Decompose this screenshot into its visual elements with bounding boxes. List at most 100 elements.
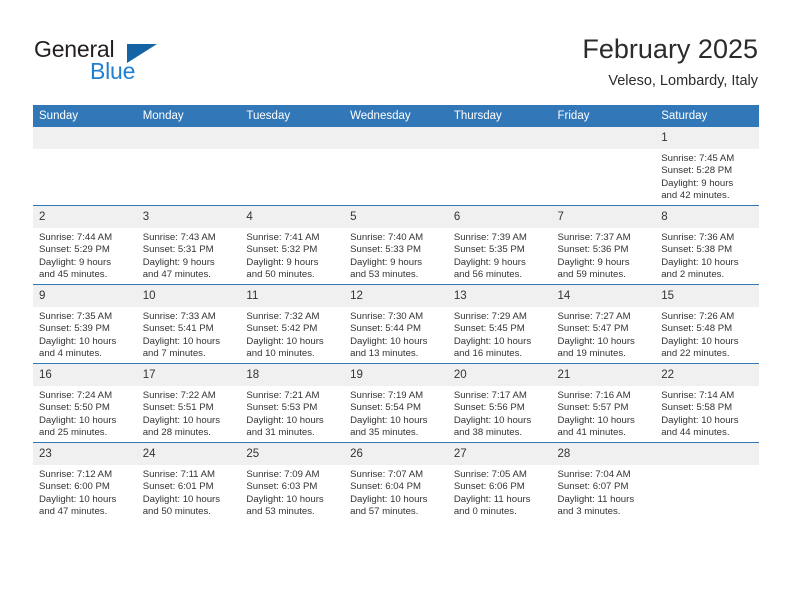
day-details: Sunrise: 7:04 AM Sunset: 6:07 PM Daylight:… bbox=[552, 465, 656, 519]
day-detail-line: Sunrise: 7:45 AM bbox=[661, 153, 735, 164]
calendar-day-cell[interactable]: 8 Sunrise: 7:36 AM Sunset: 5:38 PM Daylight… bbox=[655, 205, 759, 285]
calendar-day-cell[interactable]: 7 Sunrise: 7:37 AM Sunset: 5:36 PM Daylight… bbox=[551, 205, 656, 285]
calendar-day-cell[interactable]: 18 Sunrise: 7:21 AM Sunset: 5:53 PM Dayligh… bbox=[240, 363, 345, 443]
calendar-day-cell[interactable]: 24 Sunrise: 7:11 AM Sunset: 6:01 PM Dayligh… bbox=[136, 442, 241, 521]
calendar-week-row: 9 Sunrise: 7:35 AM Sunset: 5:39 PM Daylight… bbox=[33, 284, 759, 364]
calendar-day-cell[interactable]: 6 Sunrise: 7:39 AM Sunset: 5:35 PM Daylight… bbox=[447, 205, 552, 285]
day-cell-inner bbox=[551, 127, 656, 205]
day-details bbox=[137, 149, 241, 153]
day-detail-line: and 57 minutes. bbox=[350, 506, 419, 518]
day-detail-line: Daylight: 10 hours bbox=[350, 493, 428, 505]
day-detail-line: Sunrise: 7:27 AM bbox=[557, 311, 631, 322]
day-detail-line: and 47 minutes. bbox=[39, 506, 108, 518]
calendar-week-row: 1 Sunrise: 7:45 AM Sunset: 5:28 PM Daylight… bbox=[33, 127, 759, 206]
day-details: Sunrise: 7:45 AM Sunset: 5:28 PM Daylight:… bbox=[655, 149, 759, 203]
day-detail-line: Sunrise: 7:04 AM bbox=[557, 469, 631, 480]
calendar-day-cell-empty bbox=[447, 127, 552, 206]
calendar-day-cell[interactable]: 19 Sunrise: 7:19 AM Sunset: 5:54 PM Dayligh… bbox=[344, 363, 448, 443]
day-number: 28 bbox=[551, 443, 656, 465]
calendar-day-cell[interactable]: 5 Sunrise: 7:40 AM Sunset: 5:33 PM Daylight… bbox=[344, 205, 448, 285]
calendar-day-cell[interactable]: 1 Sunrise: 7:45 AM Sunset: 5:28 PM Daylight… bbox=[655, 127, 759, 206]
day-detail-line: and 38 minutes. bbox=[453, 427, 523, 439]
calendar-day-cell[interactable]: 28 Sunrise: 7:04 AM Sunset: 6:07 PM Dayligh… bbox=[551, 442, 656, 521]
day-detail-line: Sunrise: 7:35 AM bbox=[39, 311, 113, 322]
calendar-day-cell[interactable]: 25 Sunrise: 7:09 AM Sunset: 6:03 PM Dayligh… bbox=[240, 442, 345, 521]
day-detail-line: and 10 minutes. bbox=[246, 348, 315, 360]
weekday-header-saturday: Saturday bbox=[655, 105, 759, 127]
calendar-day-cell[interactable]: 23 Sunrise: 7:12 AM Sunset: 6:00 PM Dayligh… bbox=[33, 442, 137, 521]
day-number: 20 bbox=[447, 364, 552, 386]
day-details: Sunrise: 7:07 AM Sunset: 6:04 PM Daylight:… bbox=[344, 465, 448, 519]
calendar-day-cell[interactable]: 11 Sunrise: 7:32 AM Sunset: 5:42 PM Dayligh… bbox=[240, 284, 345, 364]
day-cell-inner: 26 Sunrise: 7:07 AM Sunset: 6:04 PM Dayligh… bbox=[344, 443, 448, 521]
day-detail-line: Daylight: 11 hours bbox=[557, 493, 635, 505]
calendar-day-cell[interactable]: 12 Sunrise: 7:30 AM Sunset: 5:44 PM Dayligh… bbox=[344, 284, 448, 364]
calendar-day-cell[interactable]: 13 Sunrise: 7:29 AM Sunset: 5:45 PM Dayligh… bbox=[447, 284, 552, 364]
day-detail-line: Sunrise: 7:37 AM bbox=[557, 232, 631, 243]
calendar-day-cell[interactable]: 15 Sunrise: 7:26 AM Sunset: 5:48 PM Dayligh… bbox=[655, 284, 759, 364]
calendar-day-cell[interactable]: 27 Sunrise: 7:05 AM Sunset: 6:06 PM Dayligh… bbox=[447, 442, 552, 521]
day-detail-line: and 53 minutes. bbox=[246, 506, 315, 518]
day-number: 8 bbox=[655, 206, 759, 228]
day-cell-inner bbox=[136, 127, 241, 205]
day-details bbox=[344, 149, 448, 153]
calendar-day-cell[interactable]: 14 Sunrise: 7:27 AM Sunset: 5:47 PM Dayligh… bbox=[551, 284, 656, 364]
day-details bbox=[552, 149, 656, 153]
calendar-day-cell[interactable]: 20 Sunrise: 7:17 AM Sunset: 5:56 PM Dayligh… bbox=[447, 363, 552, 443]
day-details: Sunrise: 7:43 AM Sunset: 5:31 PM Daylight:… bbox=[137, 228, 241, 282]
calendar-day-cell[interactable]: 22 Sunrise: 7:14 AM Sunset: 5:58 PM Dayligh… bbox=[655, 363, 759, 443]
day-cell-inner bbox=[344, 127, 448, 205]
day-number: 21 bbox=[551, 364, 656, 386]
calendar-day-cell[interactable]: 3 Sunrise: 7:43 AM Sunset: 5:31 PM Daylight… bbox=[136, 205, 241, 285]
day-detail-line: Daylight: 10 hours bbox=[350, 414, 428, 426]
day-detail-line: Sunrise: 7:41 AM bbox=[246, 232, 320, 243]
day-detail-line: Daylight: 10 hours bbox=[39, 414, 117, 426]
calendar-day-cell[interactable]: 26 Sunrise: 7:07 AM Sunset: 6:04 PM Dayligh… bbox=[344, 442, 448, 521]
day-detail-line: Sunrise: 7:33 AM bbox=[142, 311, 216, 322]
day-number: 16 bbox=[33, 364, 137, 386]
day-detail-line: Sunrise: 7:43 AM bbox=[142, 232, 216, 243]
day-number: 23 bbox=[33, 443, 137, 465]
day-detail-line: Sunset: 5:53 PM bbox=[246, 402, 318, 414]
day-cell-inner: 5 Sunrise: 7:40 AM Sunset: 5:33 PM Daylight… bbox=[344, 206, 448, 284]
calendar-day-cell-empty bbox=[136, 127, 241, 206]
day-detail-line: Daylight: 9 hours bbox=[142, 256, 215, 268]
day-detail-line: and 25 minutes. bbox=[39, 427, 108, 439]
day-number bbox=[240, 127, 345, 149]
day-details: Sunrise: 7:33 AM Sunset: 5:41 PM Daylight:… bbox=[137, 307, 241, 361]
day-number: 5 bbox=[344, 206, 448, 228]
day-cell-inner: 19 Sunrise: 7:19 AM Sunset: 5:54 PM Dayligh… bbox=[344, 364, 448, 442]
calendar-day-cell[interactable]: 16 Sunrise: 7:24 AM Sunset: 5:50 PM Dayligh… bbox=[33, 363, 137, 443]
calendar-day-cell[interactable]: 2 Sunrise: 7:44 AM Sunset: 5:29 PM Daylight… bbox=[33, 205, 137, 285]
day-details: Sunrise: 7:11 AM Sunset: 6:01 PM Daylight:… bbox=[137, 465, 241, 519]
weekday-header-thursday: Thursday bbox=[447, 105, 552, 127]
weekday-header-monday: Monday bbox=[136, 105, 241, 127]
day-detail-line: and 13 minutes. bbox=[350, 348, 419, 360]
day-detail-line: Sunrise: 7:14 AM bbox=[661, 390, 735, 401]
day-detail-line: Sunset: 5:33 PM bbox=[350, 244, 422, 256]
calendar-day-cell[interactable]: 10 Sunrise: 7:33 AM Sunset: 5:41 PM Dayligh… bbox=[136, 284, 241, 364]
day-details: Sunrise: 7:35 AM Sunset: 5:39 PM Daylight:… bbox=[33, 307, 137, 361]
calendar-day-cell[interactable]: 17 Sunrise: 7:22 AM Sunset: 5:51 PM Dayligh… bbox=[136, 363, 241, 443]
day-detail-line: Daylight: 10 hours bbox=[39, 335, 117, 347]
calendar-day-cell[interactable]: 21 Sunrise: 7:16 AM Sunset: 5:57 PM Dayligh… bbox=[551, 363, 656, 443]
day-number bbox=[33, 127, 137, 149]
day-detail-line: Sunrise: 7:12 AM bbox=[39, 469, 113, 480]
day-number bbox=[344, 127, 448, 149]
day-detail-line: and 28 minutes. bbox=[142, 427, 211, 439]
weekday-header-wednesday: Wednesday bbox=[344, 105, 448, 127]
day-detail-line: Sunrise: 7:40 AM bbox=[350, 232, 424, 243]
day-detail-line: Sunrise: 7:19 AM bbox=[350, 390, 424, 401]
weekday-header: Sunday Monday Tuesday Wednesday Thursday Frid… bbox=[33, 105, 759, 127]
logo[interactable]: General Blue bbox=[34, 36, 224, 88]
day-detail-line: Sunset: 5:28 PM bbox=[661, 165, 733, 177]
day-cell-inner: 11 Sunrise: 7:32 AM Sunset: 5:42 PM Dayligh… bbox=[240, 285, 345, 363]
day-number: 25 bbox=[240, 443, 345, 465]
day-detail-line: Daylight: 10 hours bbox=[661, 414, 739, 426]
calendar-body: 1 Sunrise: 7:45 AM Sunset: 5:28 PM Daylight… bbox=[33, 127, 759, 521]
day-detail-line: and 59 minutes. bbox=[557, 269, 626, 281]
page-title: February 2025 bbox=[582, 34, 758, 64]
calendar-day-cell[interactable]: 4 Sunrise: 7:41 AM Sunset: 5:32 PM Daylight… bbox=[240, 205, 345, 285]
calendar-day-cell[interactable]: 9 Sunrise: 7:35 AM Sunset: 5:39 PM Daylight… bbox=[33, 284, 137, 364]
day-detail-line: Sunrise: 7:05 AM bbox=[453, 469, 527, 480]
